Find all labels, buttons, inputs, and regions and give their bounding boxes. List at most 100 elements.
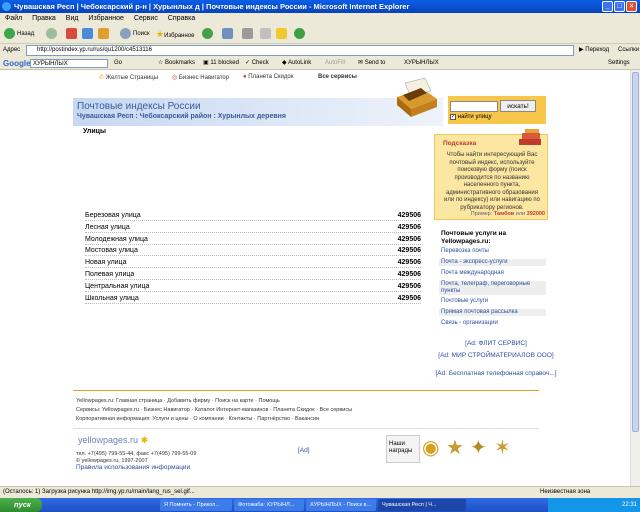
print-button[interactable] [242, 28, 255, 40]
street-name[interactable]: Школьная улица [85, 295, 139, 302]
street-row[interactable]: Полевая улица 429506 [85, 269, 421, 280]
settings-button[interactable]: Settings [608, 57, 630, 70]
find-street-checkbox[interactable]: ✓ [450, 114, 456, 120]
popup-blocked-button[interactable]: ▣ 11 blocked [203, 57, 239, 70]
footer-contacts: тел. +7(495) 799-55-44, факс +7(495) 799… [76, 451, 196, 465]
stop-button[interactable] [66, 28, 79, 40]
street-name[interactable]: Новая улица [85, 259, 126, 266]
google-go-button[interactable]: Go [114, 57, 122, 70]
award-star-3-icon[interactable]: ✶ [494, 435, 511, 460]
navigator-icon: ◎ [172, 75, 178, 81]
autolink-button[interactable]: ◆ AutoLink [282, 57, 311, 70]
check-button[interactable]: ✓ Check [245, 57, 269, 70]
back-button[interactable]: Назад [4, 28, 34, 40]
menu-edit[interactable]: Правка [32, 15, 56, 22]
messenger-button[interactable] [294, 28, 307, 40]
search-submit-button[interactable]: искать! [500, 100, 536, 112]
address-label: Адрес [3, 47, 21, 53]
street-zip: 429506 [397, 282, 421, 290]
ad-link-2[interactable]: [Ad: МИР СТРОЙМАТЕРИАЛОВ ООО] [421, 352, 571, 360]
menu-file[interactable]: Файл [5, 15, 22, 22]
nav-yellow-pages[interactable]: ✆ Желтые Страницы [99, 74, 158, 81]
send-to-button[interactable]: ✉ Send to [358, 57, 385, 70]
hint-example-city[interactable]: Тамбов [494, 211, 514, 217]
task-4-active[interactable]: Чувашская Респ | Ч... [378, 499, 466, 511]
breadcrumb[interactable]: Чувашская Респ : Чебоксарский район : Ху… [77, 113, 286, 120]
bookmarks-button[interactable]: ☆ Bookmarks [158, 57, 195, 70]
menu-view[interactable]: Вид [66, 15, 79, 22]
street-name[interactable]: Мостовая улица [85, 247, 138, 254]
forward-button[interactable] [46, 28, 59, 40]
autofill-button[interactable]: AutoFill [325, 57, 345, 70]
service-link[interactable]: Почта международная [439, 270, 546, 277]
highlight-term[interactable]: ХУРЫНЛЫХ [404, 57, 439, 70]
vertical-scrollbar[interactable] [630, 70, 640, 486]
menu-help[interactable]: Справка [168, 15, 195, 22]
close-button[interactable]: × [626, 1, 637, 12]
street-name[interactable]: Полевая улица [85, 271, 134, 278]
maximize-button[interactable]: □ [614, 1, 625, 12]
service-link[interactable]: Почта, телеграф, переговорные пункты [439, 281, 546, 295]
window-titlebar: Чувашская Респ | Чебоксарский р-н | Хуры… [0, 0, 640, 13]
start-button[interactable]: пуск [0, 498, 42, 512]
history-button[interactable] [202, 28, 215, 40]
street-row[interactable]: Березовая улица 429506 [85, 210, 421, 221]
service-link[interactable]: Почта - экспресс-услуги [439, 259, 546, 266]
footer-logo[interactable]: yellowpages.ru ✱ [78, 435, 148, 446]
service-link[interactable]: Связь - организации [439, 320, 546, 327]
footer-rules-link[interactable]: Правила использования информации [76, 464, 190, 471]
footer-links-main[interactable]: Yellowpages.ru: Главная страница · Добав… [76, 398, 280, 404]
links-label[interactable]: Ссылки [618, 44, 639, 57]
address-input[interactable]: http://postindex.yp.ru/rus/qu1200/c45131… [26, 45, 574, 56]
nav-business-navigator[interactable]: ◎ Бизнес Навигатор [172, 74, 229, 81]
street-zip: 429506 [397, 294, 421, 302]
find-street-option[interactable]: ✓ найти улицу [450, 114, 492, 120]
street-row[interactable]: Лесная улица 429506 [85, 222, 421, 233]
task-1[interactable]: Я Помнить - Прикол... [160, 499, 232, 511]
street-row[interactable]: Новая улица 429506 [85, 257, 421, 269]
service-link[interactable]: Перевозка почты [439, 248, 546, 255]
footer-links-corporate[interactable]: Корпоративная информация: Услуги и цены … [76, 416, 319, 422]
status-text: (Осталось: 1) Загрузка рисунка http://im… [3, 489, 195, 495]
home-button[interactable] [98, 28, 111, 40]
street-name[interactable]: Березовая улица [85, 212, 141, 219]
nav-all-services[interactable]: Все сервисы [318, 74, 357, 80]
task-3[interactable]: ХУРЫНЛЫХ - Поиск в... [306, 499, 376, 511]
google-search-input[interactable]: ХУРЫНЛЫХ [30, 59, 108, 68]
search-input[interactable] [450, 101, 498, 112]
award-medal-icon[interactable]: ◉ [422, 435, 439, 460]
service-link[interactable]: Почтовые услуги [439, 298, 546, 305]
service-link[interactable]: Прямая почтовая рассылка [439, 309, 546, 316]
menu-favorites[interactable]: Избранное [88, 15, 123, 22]
task-2[interactable]: Фотожаба: ХУРЫНЛ... [234, 499, 304, 511]
street-row[interactable]: Центральная улица 429506 [85, 281, 421, 292]
award-star-icon[interactable]: ★ [446, 435, 464, 460]
search-button[interactable]: Поиск [120, 28, 150, 40]
street-zip: 429506 [397, 223, 421, 231]
edit-button[interactable] [260, 28, 273, 40]
footer-phone: тел. +7(495) 799-55-44, факс +7(495) 799… [76, 451, 197, 457]
street-row[interactable]: Молодежная улица 429506 [85, 234, 421, 245]
street-row[interactable]: Мостовая улица 429506 [85, 245, 421, 257]
hint-example-zip[interactable]: 392000 [527, 211, 545, 217]
folder-button[interactable] [276, 28, 289, 40]
street-name[interactable]: Лесная улица [85, 224, 130, 231]
street-row[interactable]: Школьная улица 429506 [85, 293, 421, 304]
mail-button[interactable] [222, 28, 235, 40]
street-name[interactable]: Молодежная улица [85, 236, 148, 243]
street-name[interactable]: Центральная улица [85, 283, 149, 290]
refresh-button[interactable] [82, 28, 95, 40]
favorites-button[interactable]: ★Избранное [156, 28, 195, 40]
award-star-2-icon[interactable]: ✦ [470, 435, 487, 460]
scrollbar-thumb[interactable] [632, 72, 639, 432]
hint-example: Пример: Тамбов или 392000 [470, 211, 545, 217]
go-button[interactable]: ▶ Переход [579, 44, 609, 57]
footer-ad-link[interactable]: [Ad] [298, 447, 310, 454]
ad-link-3[interactable]: [Ad: Бесплатная телефонная справоч...] [421, 370, 571, 378]
nav-discount-planet[interactable]: ● Планета Скидок [243, 74, 293, 80]
ad-link-1[interactable]: [Ad: ФЛИТ СЕРВИС] [421, 340, 571, 348]
clock[interactable]: 22:31 [622, 502, 637, 508]
footer-links-services[interactable]: Сервисы: Yellowpages.ru · Бизнес Навигат… [76, 407, 352, 413]
minimize-button[interactable]: _ [602, 1, 613, 12]
menu-tools[interactable]: Сервис [134, 15, 158, 22]
